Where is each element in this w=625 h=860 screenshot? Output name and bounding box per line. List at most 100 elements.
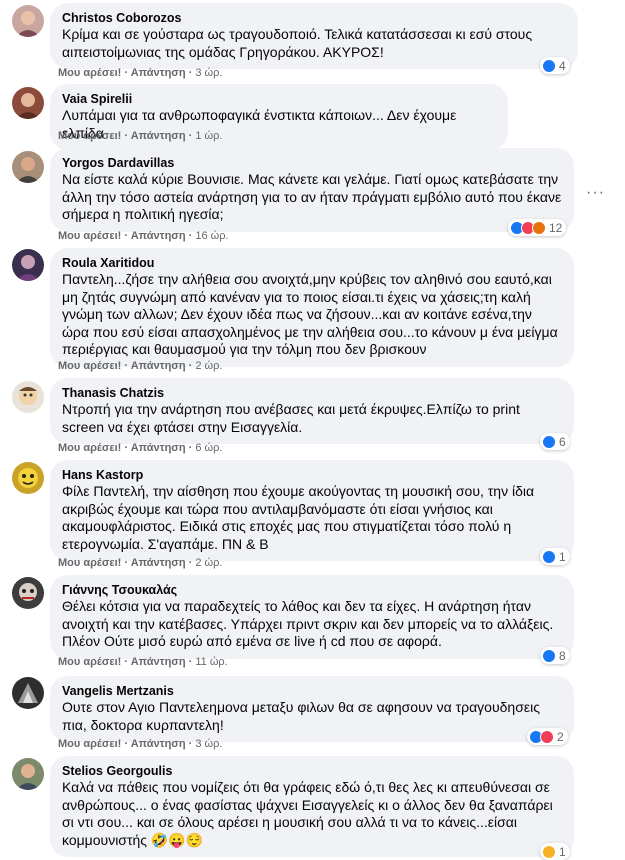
like-button[interactable]: Μου αρέσει! xyxy=(58,360,121,372)
comment-bubble: Hans Kastorp Φίλε Παντελή, την αίσθηση π… xyxy=(50,460,574,561)
comment-actions: Μου αρέσει! · Απάντηση · 3 ώρ. xyxy=(58,738,222,750)
comment-actions: Μου αρέσει! · Απάντηση · 1 ώρ. xyxy=(58,130,222,142)
reply-button[interactable]: Απάντηση xyxy=(131,230,186,242)
reply-button[interactable]: Απάντηση xyxy=(131,656,186,668)
comment-text: Παντελη...ζήσε την αλήθεια σου ανοιχτά,μ… xyxy=(62,271,558,357)
comment-author[interactable]: Γιάννης Τσουκαλάς xyxy=(62,582,562,598)
separator-dot: · xyxy=(188,67,193,79)
separator-dot: · xyxy=(188,557,193,569)
comment-author[interactable]: Yorgos Dardavillas xyxy=(62,155,562,171)
separator-dot: · xyxy=(188,130,193,142)
reaction-count: 8 xyxy=(559,648,566,663)
comment-timestamp[interactable]: 3 ώρ. xyxy=(195,67,222,79)
reaction-count: 12 xyxy=(549,220,563,235)
avatar[interactable] xyxy=(12,577,44,609)
separator-dot: · xyxy=(124,67,129,79)
comment-actions: Μου αρέσει! · Απάντηση · 2 ώρ. xyxy=(58,360,222,372)
avatar[interactable] xyxy=(12,758,44,790)
separator-dot: · xyxy=(124,557,129,569)
reaction-summary[interactable]: 2 xyxy=(527,728,568,745)
separator-dot: · xyxy=(124,360,129,372)
like-reaction-icon xyxy=(542,648,556,663)
like-button[interactable]: Μου αρέσει! xyxy=(58,557,121,569)
separator-dot: · xyxy=(124,656,129,668)
like-reaction-icon xyxy=(542,549,556,564)
comment-timestamp[interactable]: 16 ώρ. xyxy=(195,230,228,242)
separator-dot: · xyxy=(124,442,129,454)
reply-button[interactable]: Απάντηση xyxy=(131,130,186,142)
comment-author[interactable]: Vangelis Mertzanis xyxy=(62,683,562,699)
reaction-count: 6 xyxy=(559,434,566,449)
comment-timestamp[interactable]: 3 ώρ. xyxy=(195,738,222,750)
comment-text: Φίλε Παντελή, την αίσθηση που έχουμε ακο… xyxy=(62,483,535,552)
comment-author[interactable]: Vaia Spirelii xyxy=(62,91,496,107)
comment-bubble: Yorgos Dardavillas Να είστε καλά κύριε Β… xyxy=(50,148,574,232)
reaction-summary[interactable]: 6 xyxy=(540,433,570,450)
reply-button[interactable]: Απάντηση xyxy=(131,67,186,79)
reaction-summary[interactable]: 4 xyxy=(540,57,570,74)
comment-bubble: Vangelis Mertzanis Ουτε στον Αγιο Παντελ… xyxy=(50,676,574,742)
comment-bubble: Christos Coborozos Κρίμα και σε γούσταρα… xyxy=(50,3,578,69)
more-options-icon[interactable]: ··· xyxy=(586,184,605,202)
separator-dot: · xyxy=(188,738,193,750)
haha-reaction-icon xyxy=(542,844,556,859)
separator-dot: · xyxy=(188,230,193,242)
like-button[interactable]: Μου αρέσει! xyxy=(58,442,121,454)
comment-bubble: Γιάννης Τσουκαλάς Θέλει κότσια για να πα… xyxy=(50,575,574,659)
comment-author[interactable]: Christos Coborozos xyxy=(62,10,566,26)
separator-dot: · xyxy=(188,656,193,668)
comment-timestamp[interactable]: 6 ώρ. xyxy=(195,442,222,454)
comment-author[interactable]: Roula Xaritidou xyxy=(62,255,562,271)
avatar[interactable] xyxy=(12,462,44,494)
comment-bubble: Thanasis Chatzis Ντροπή για την ανάρτηση… xyxy=(50,378,574,444)
comment-actions: Μου αρέσει! · Απάντηση · 3 ώρ. xyxy=(58,67,222,79)
comment-text: Να είστε καλά κύριε Βουνισιε. Μας κάνετε… xyxy=(62,171,562,222)
like-button[interactable]: Μου αρέσει! xyxy=(58,230,121,242)
like-reaction-icon xyxy=(542,434,556,449)
avatar[interactable] xyxy=(12,381,44,413)
reaction-summary[interactable]: 1 xyxy=(540,843,570,860)
comment-author[interactable]: Hans Kastorp xyxy=(62,467,562,483)
reaction-summary[interactable]: 1 xyxy=(540,548,570,565)
avatar[interactable] xyxy=(12,151,44,183)
comment-text: Θέλει κότσια για να παραδεχτείς το λάθος… xyxy=(62,598,554,649)
comment-actions: Μου αρέσει! · Απάντηση · 11 ώρ. xyxy=(58,656,228,668)
comment-bubble: Stelios Georgoulis Καλά να πάθεις που νο… xyxy=(50,756,574,857)
comment-actions: Μου αρέσει! · Απάντηση · 16 ώρ. xyxy=(58,230,229,242)
avatar[interactable] xyxy=(12,87,44,119)
avatar[interactable] xyxy=(12,5,44,37)
comment-timestamp[interactable]: 2 ώρ. xyxy=(195,557,222,569)
like-button[interactable]: Μου αρέσει! xyxy=(58,656,121,668)
like-button[interactable]: Μου αρέσει! xyxy=(58,738,121,750)
comment-author[interactable]: Thanasis Chatzis xyxy=(62,385,562,401)
reaction-summary[interactable]: 8 xyxy=(540,647,570,664)
love-reaction-icon xyxy=(540,729,554,744)
reply-button[interactable]: Απάντηση xyxy=(131,557,186,569)
separator-dot: · xyxy=(188,360,193,372)
comment-actions: Μου αρέσει! · Απάντηση · 2 ώρ. xyxy=(58,557,222,569)
comment-actions: Μου αρέσει! · Απάντηση · 6 ώρ. xyxy=(58,442,222,454)
comment-timestamp[interactable]: 2 ώρ. xyxy=(195,360,222,372)
like-reaction-icon xyxy=(542,58,556,73)
separator-dot: · xyxy=(124,130,129,142)
comment-timestamp[interactable]: 11 ώρ. xyxy=(195,656,227,668)
separator-dot: · xyxy=(124,738,129,750)
comment-bubble: Roula Xaritidou Παντελη...ζήσε την αλήθε… xyxy=(50,248,574,367)
comment-text: Καλά να πάθεις που νομίζεις ότι θα γράφε… xyxy=(62,779,553,848)
comment-author[interactable]: Stelios Georgoulis xyxy=(62,763,562,779)
reply-button[interactable]: Απάντηση xyxy=(131,360,186,372)
like-button[interactable]: Μου αρέσει! xyxy=(58,130,121,142)
avatar[interactable] xyxy=(12,249,44,281)
like-button[interactable]: Μου αρέσει! xyxy=(58,67,121,79)
reaction-count: 4 xyxy=(559,58,566,73)
reply-button[interactable]: Απάντηση xyxy=(131,738,186,750)
angry-reaction-icon xyxy=(532,220,546,235)
separator-dot: · xyxy=(188,442,193,454)
reply-button[interactable]: Απάντηση xyxy=(131,442,186,454)
avatar[interactable] xyxy=(12,677,44,709)
comment-text: Ντροπή για την ανάρτηση που ανέβασες και… xyxy=(62,401,520,435)
comment-text: Κρίμα και σε γούσταρα ως τραγουδοποιό. Τ… xyxy=(62,26,533,60)
comment-timestamp[interactable]: 1 ώρ. xyxy=(195,130,222,142)
comment-text: Ουτε στον Αγιο Παντελεημονα μεταξυ φιλων… xyxy=(62,699,540,733)
reaction-summary[interactable]: 12 xyxy=(508,219,567,236)
